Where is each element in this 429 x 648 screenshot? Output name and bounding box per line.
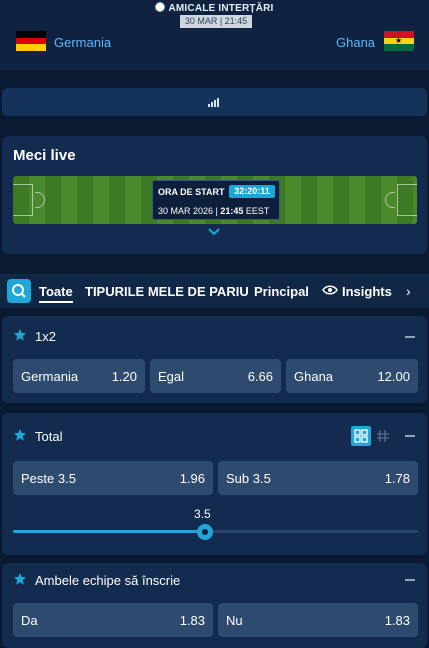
collapse-icon[interactable] (405, 336, 415, 338)
line-slider-handle[interactable] (197, 524, 213, 540)
countdown-timer: 32:20:11 (229, 185, 275, 198)
star-icon[interactable] (13, 572, 27, 586)
odds-button[interactable]: Sub 3.5 1.78 (218, 461, 418, 495)
odds-button[interactable]: Peste 3.5 1.96 (13, 461, 213, 495)
chevron-right-icon[interactable]: › (406, 283, 411, 299)
selection-odds: 1.78 (384, 471, 410, 486)
collapse-icon[interactable] (405, 579, 415, 581)
selection-label: Egal (158, 369, 185, 384)
selection-odds: 12.00 (377, 369, 410, 384)
home-team-link[interactable]: Germania (54, 35, 111, 50)
star-icon[interactable] (13, 428, 27, 442)
football-icon (155, 2, 166, 12)
match-datetime: 30 MAR | 21:45 (180, 15, 252, 28)
tab-insights[interactable]: Insights (342, 284, 392, 299)
germany-flag-icon (16, 31, 46, 51)
chevron-down-icon[interactable] (207, 226, 221, 236)
selection-odds: 1.83 (179, 613, 205, 628)
start-date: 30 MAR 2026 | 21:45 EEST (158, 206, 269, 216)
tab-my-bet-types[interactable]: TIPURILE MELE DE PARIU (85, 284, 249, 299)
selection-label: Sub 3.5 (226, 471, 271, 486)
odds-button[interactable]: Germania 1.20 (13, 359, 145, 393)
search-icon (12, 284, 26, 298)
selection-label: Ghana (294, 369, 334, 384)
star-icon[interactable] (13, 328, 27, 342)
ghana-flag-icon: ★ (384, 31, 414, 51)
selection-label: Germania (21, 369, 79, 384)
selection-label: Da (21, 613, 38, 628)
grid-icon (354, 429, 368, 443)
stats-bars-icon[interactable] (208, 97, 222, 107)
market-title: 1x2 (35, 329, 56, 344)
start-date-value: 30 MAR 2026 | (158, 206, 221, 216)
competition-title: AMICALE INTERȚĂRI (0, 2, 429, 14)
start-time-value: 21:45 (220, 206, 244, 216)
odds-button[interactable]: Nu 1.83 (218, 603, 418, 637)
eye-icon[interactable] (322, 284, 338, 296)
tab-principal[interactable]: Principal (254, 284, 309, 299)
away-team-link[interactable]: Ghana (336, 35, 375, 50)
line-slider-fill (13, 530, 205, 533)
competition-name: AMICALE INTERȚĂRI (168, 3, 274, 14)
market-title: Ambele echipe să înscrie (35, 573, 181, 588)
live-title: Meci live (13, 147, 76, 164)
search-button[interactable] (7, 279, 31, 303)
list-view-icon[interactable] (376, 429, 390, 443)
collapse-icon[interactable] (405, 435, 415, 437)
selection-label: Peste 3.5 (21, 471, 76, 486)
grid-view-toggle[interactable] (351, 426, 371, 446)
selection-odds: 1.83 (384, 613, 410, 628)
market-title: Total (35, 429, 63, 444)
odds-button[interactable]: Ghana 12.00 (286, 359, 418, 393)
odds-button[interactable]: Da 1.83 (13, 603, 213, 637)
tab-toate[interactable]: Toate (39, 284, 73, 303)
odds-button[interactable]: Egal 6.66 (150, 359, 281, 393)
timezone: EEST (243, 206, 270, 216)
selection-label: Nu (226, 613, 243, 628)
selection-odds: 1.96 (179, 471, 205, 486)
selection-odds: 6.66 (247, 369, 273, 384)
selection-odds: 1.20 (111, 369, 137, 384)
line-value: 3.5 (194, 507, 211, 521)
start-label: ORA DE START (158, 187, 225, 197)
